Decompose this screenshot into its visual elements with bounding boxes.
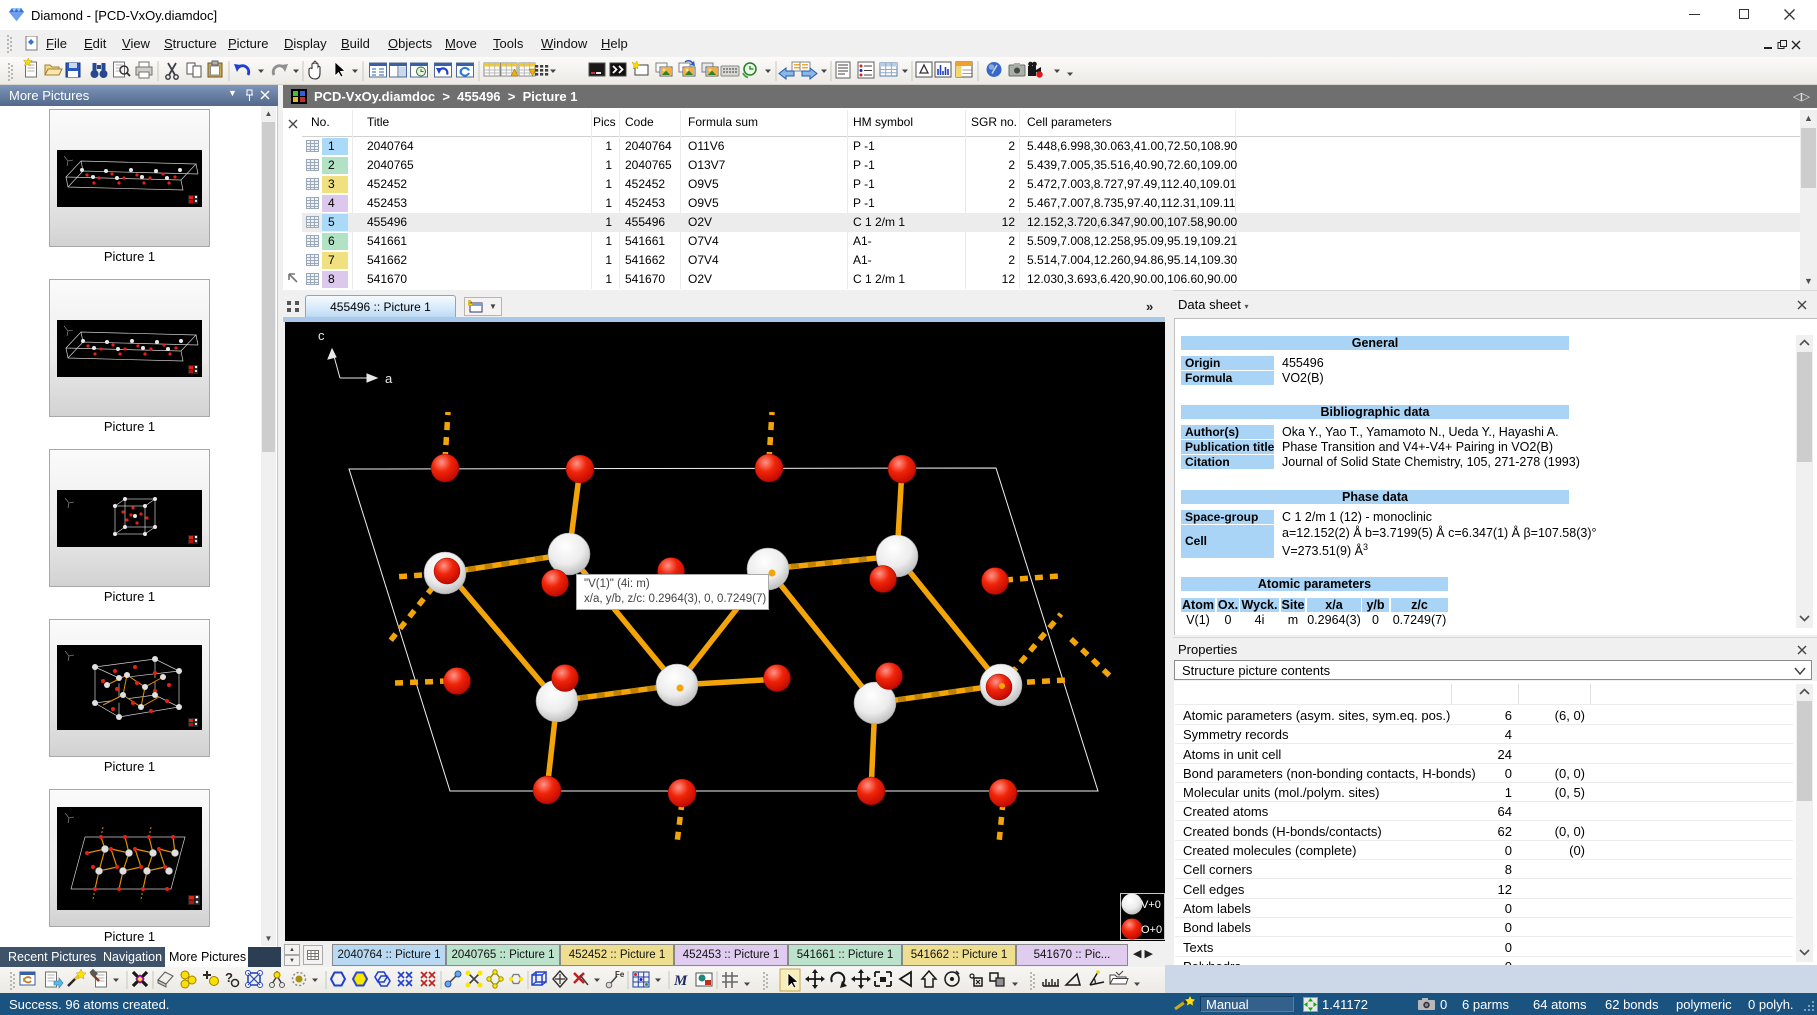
svg-text:c: c: [318, 328, 325, 343]
svg-text:M: M: [673, 973, 688, 989]
svg-text:Fe: Fe: [615, 970, 625, 979]
svg-text:a: a: [385, 371, 393, 386]
svg-text:V+0: V+0: [1141, 899, 1161, 911]
svg-text:O+0: O+0: [1141, 924, 1162, 936]
